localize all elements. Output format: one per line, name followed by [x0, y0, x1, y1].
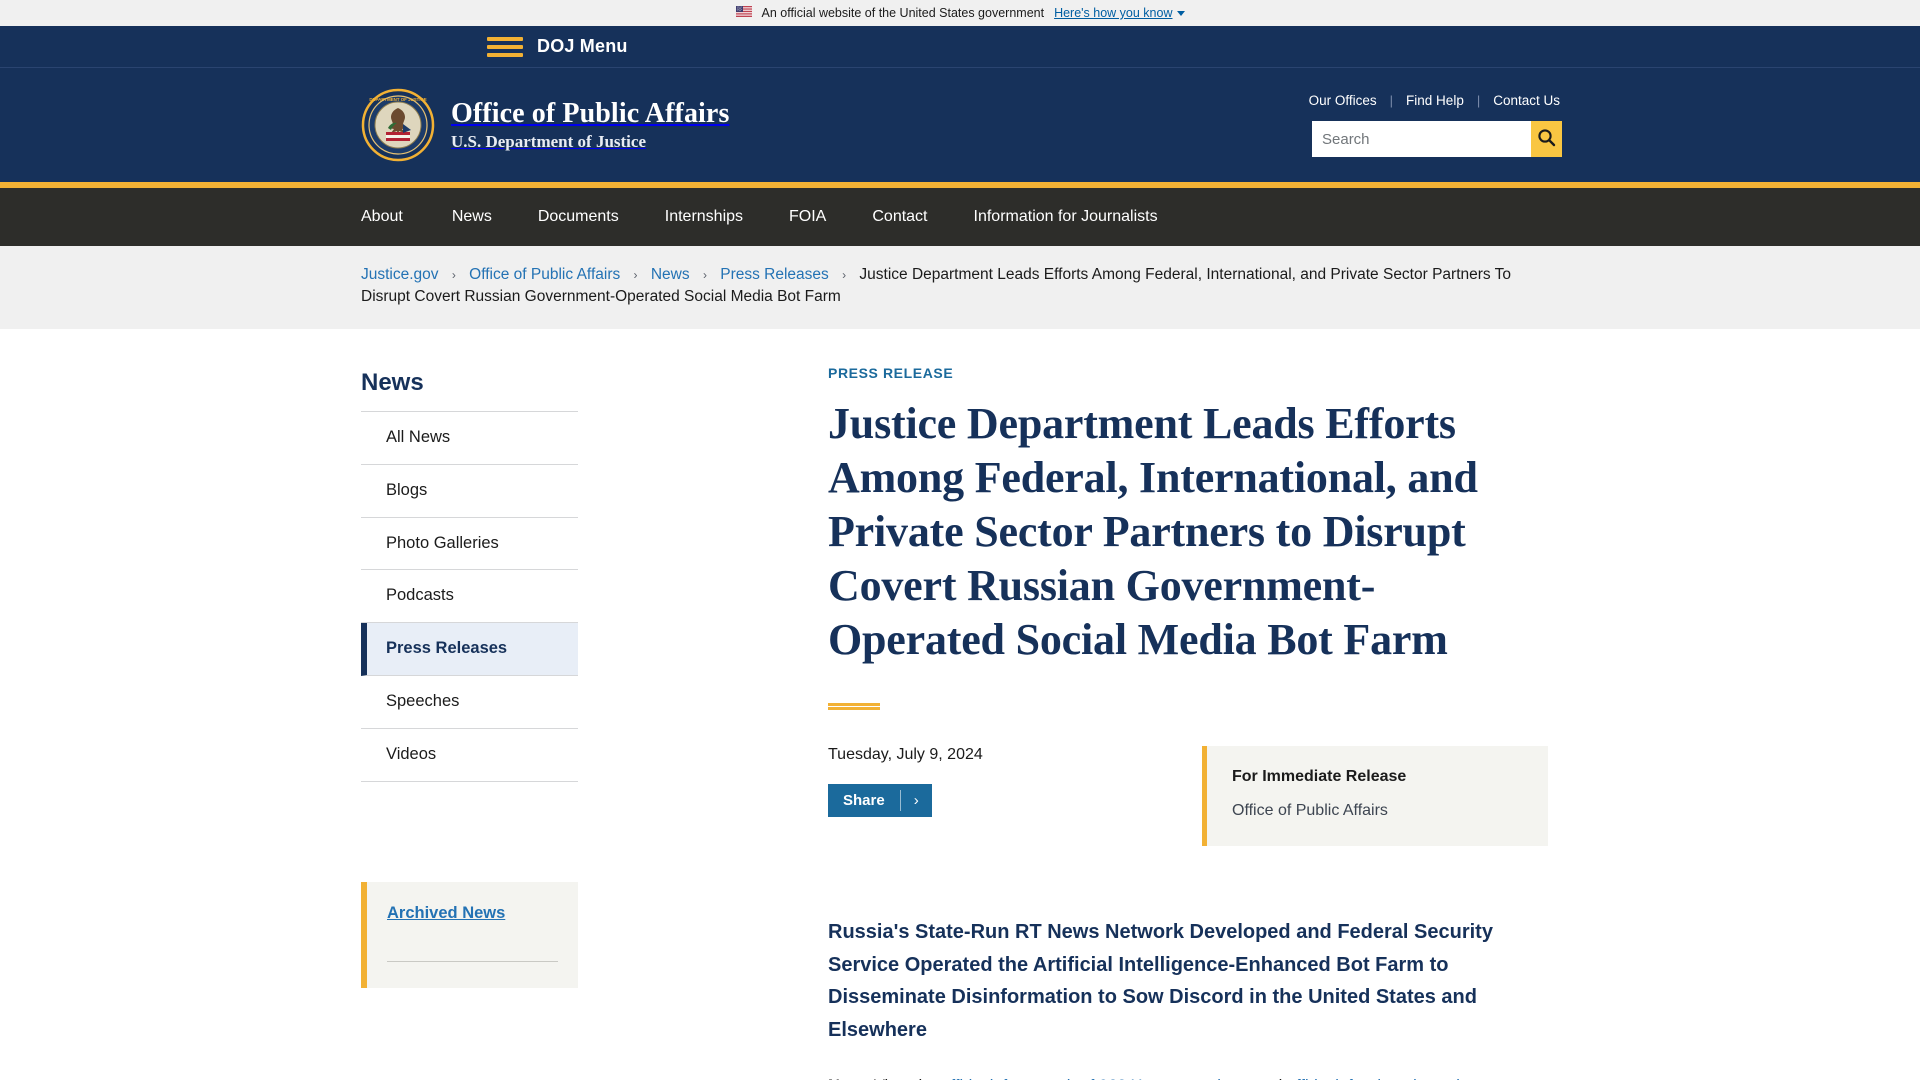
article-note: Note: View the affidavit for search of 9…	[828, 1074, 1528, 1080]
share-button-divider	[899, 790, 901, 812]
chevron-right-icon: ›	[913, 792, 919, 810]
svg-text:DEPARTMENT OF JUSTICE: DEPARTMENT OF JUSTICE	[369, 97, 426, 102]
page-body: News All News Blogs Photo Galleries Podc…	[360, 329, 1560, 1080]
usa-official-banner: An official website of the United States…	[0, 0, 1920, 26]
nav-item-internships[interactable]: Internships	[642, 208, 766, 226]
hamburger-menu-icon	[487, 36, 523, 57]
sidebar-item-podcasts[interactable]: Podcasts	[361, 570, 578, 624]
doj-menu-toggle-button[interactable]: DOJ Menu	[487, 36, 628, 57]
breadcrumb: Justice.gov › Office of Public Affairs ›…	[360, 264, 1560, 309]
breadcrumb-separator-icon: ›	[842, 268, 847, 282]
site-masthead: DEPARTMENT OF JUSTICE Office of Public A…	[0, 68, 1920, 182]
site-brand-link[interactable]: DEPARTMENT OF JUSTICE Office of Public A…	[361, 88, 729, 162]
breadcrumb-link-office-of-public-affairs[interactable]: Office of Public Affairs	[469, 266, 620, 283]
sidebar-nav: All News Blogs Photo Galleries Podcasts …	[361, 410, 578, 782]
nav-item-about[interactable]: About	[361, 208, 429, 226]
publication-date: Tuesday, July 9, 2024	[828, 746, 983, 764]
utility-links: Our Offices | Find Help | Contact Us	[1309, 93, 1560, 108]
breadcrumb-separator-icon: ›	[633, 268, 638, 282]
site-search	[1312, 121, 1562, 157]
doj-menu-bar: DOJ Menu	[0, 26, 1920, 68]
search-input[interactable]	[1312, 121, 1531, 157]
us-flag-icon	[735, 6, 752, 20]
site-subtitle: U.S. Department of Justice	[451, 131, 646, 151]
release-status: For Immediate Release	[1232, 768, 1407, 786]
archived-news-link[interactable]: Archived News	[387, 904, 505, 922]
article-meta-left: Tuesday, July 9, 2024 Share ›	[828, 746, 1202, 846]
article-subheading: Russia's State-Run RT News Network Devel…	[828, 921, 1493, 1041]
sidebar-item-videos[interactable]: Videos	[361, 729, 578, 782]
utility-link-our-offices[interactable]: Our Offices	[1309, 93, 1390, 108]
breadcrumb-link-press-releases[interactable]: Press Releases	[720, 266, 829, 283]
sidebar-item-photo-galleries[interactable]: Photo Galleries	[361, 518, 578, 571]
release-info-box: For Immediate Release Office of Public A…	[1202, 746, 1548, 847]
utility-area: Our Offices | Find Help | Contact Us	[1309, 93, 1562, 157]
title-divider	[828, 703, 880, 711]
breadcrumb-bar: Justice.gov › Office of Public Affairs ›…	[0, 246, 1920, 329]
doj-menu-label: DOJ Menu	[537, 36, 628, 56]
sidebar-heading: News	[361, 368, 424, 396]
breadcrumb-separator-icon: ›	[702, 268, 707, 282]
heres-how-you-know-link[interactable]: Here's how you know	[1054, 6, 1185, 20]
search-icon	[1537, 128, 1556, 150]
breadcrumb-link-justice-gov[interactable]: Justice.gov	[361, 266, 439, 283]
article-meta-row: Tuesday, July 9, 2024 Share › For Immedi…	[828, 746, 1560, 847]
page-title: Justice Department Leads Efforts Among F…	[828, 398, 1478, 665]
primary-navigation: About News Documents Internships FOIA Co…	[0, 188, 1920, 246]
archived-news-box: Archived News	[361, 881, 578, 988]
article-content: PRESS RELEASE Justice Department Leads E…	[578, 329, 1560, 1080]
sidebar-item-blogs[interactable]: Blogs	[361, 465, 578, 518]
nav-item-news[interactable]: News	[429, 208, 515, 226]
nav-item-information-for-journalists[interactable]: Information for Journalists	[951, 208, 1181, 226]
breadcrumb-link-news[interactable]: News	[651, 266, 690, 283]
site-title: Office of Public Affairs	[451, 97, 730, 129]
share-button-label: Share	[843, 792, 885, 810]
nav-item-documents[interactable]: Documents	[515, 208, 642, 226]
nav-item-foia[interactable]: FOIA	[766, 208, 849, 226]
heres-how-you-know-label: Here's how you know	[1054, 6, 1173, 20]
sidebar-item-press-releases[interactable]: Press Releases	[361, 623, 578, 676]
chevron-down-icon	[1176, 10, 1185, 16]
archived-divider	[387, 960, 558, 962]
search-button[interactable]	[1531, 121, 1562, 157]
breadcrumb-separator-icon: ›	[451, 268, 456, 282]
utility-link-find-help[interactable]: Find Help	[1393, 93, 1477, 108]
nav-item-contact[interactable]: Contact	[849, 208, 950, 226]
doj-seal-icon: DEPARTMENT OF JUSTICE	[361, 88, 435, 162]
sidebar-item-all-news[interactable]: All News	[361, 412, 578, 465]
sidebar-item-speeches[interactable]: Speeches	[361, 676, 578, 729]
utility-link-contact-us[interactable]: Contact Us	[1480, 93, 1560, 108]
banner-text: An official website of the United States…	[761, 6, 1045, 20]
content-type-label: PRESS RELEASE	[828, 364, 954, 381]
release-office: Office of Public Affairs	[1232, 802, 1388, 820]
sidebar: News All News Blogs Photo Galleries Podc…	[361, 329, 578, 1080]
share-button[interactable]: Share ›	[828, 784, 932, 818]
